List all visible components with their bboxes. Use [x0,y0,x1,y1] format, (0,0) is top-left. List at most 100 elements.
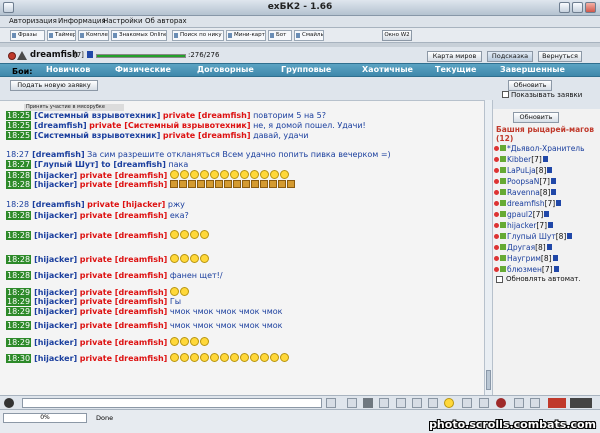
chat-private-tag[interactable]: private [dreamfish] [80,171,168,180]
toolbar-button[interactable]: Таймер [47,30,76,41]
toolbar-button[interactable]: Знакомых Online - [111,30,167,41]
info-icon[interactable] [542,156,548,162]
info-icon[interactable] [567,233,573,239]
chat-nick[interactable]: [dreamfish] [34,121,87,130]
info-icon[interactable] [551,189,557,195]
new-request-button[interactable]: Подать новую заявку [10,80,98,91]
chat-private-tag[interactable]: private [hijacker] [87,200,165,209]
close-button[interactable] [585,2,596,13]
menu-info[interactable]: Информация [58,17,106,25]
save-icon[interactable] [428,398,438,408]
smiles-icon[interactable] [444,398,454,408]
user-row[interactable]: Kibber[7] [494,155,548,165]
chat-private-tag[interactable]: private [dreamfish] [80,288,168,297]
user-row[interactable]: Глупый Шут[8] [494,232,573,242]
scroll-thumb[interactable] [486,370,491,390]
info-icon[interactable] [552,255,558,261]
chat-private-tag[interactable]: private [dreamfish] [80,307,168,316]
user-row[interactable]: Другая[8] [494,243,552,253]
chat-nick[interactable]: [hijacker] [34,211,77,220]
chat-nick[interactable]: [dreamfish] [32,200,85,209]
chat-input[interactable] [22,398,322,408]
info-icon[interactable] [546,244,552,250]
user-row[interactable]: блюзмен[7] [494,265,559,275]
chat-nick[interactable]: [hijacker] [34,271,77,280]
chat-scrollbar[interactable] [484,100,492,395]
chat-nick[interactable]: [hijacker] [34,231,77,240]
user-row[interactable]: LaPuLja[8] [494,166,553,176]
users-icon[interactable] [462,398,472,408]
toolbar-button[interactable]: Бот [268,30,292,41]
user-row[interactable]: dreamfish[7] [494,199,562,209]
menu-about[interactable]: Об авторах [145,17,187,25]
info-icon[interactable] [544,211,550,217]
chat-private-tag[interactable]: private [dreamfish] [163,111,251,120]
user-row[interactable]: hijacker[7] [494,221,554,231]
refresh-icon[interactable] [530,398,540,408]
info-icon[interactable] [553,266,559,272]
maximize-button[interactable] [572,2,583,13]
bomb-icon[interactable] [496,398,506,408]
minimize-button[interactable] [559,2,570,13]
chat-private-tag[interactable]: private [dreamfish] [80,338,168,347]
chat-nick[interactable]: [hijacker] [34,171,77,180]
refresh-button[interactable]: Обновить [508,80,552,91]
toolbar-button[interactable]: Комплект [78,30,109,41]
chat-private-tag[interactable]: private [Системный взрывотехник] [89,121,250,130]
chat-private-tag[interactable]: private [dreamfish] [80,321,168,330]
user-name[interactable]: PoopsaN [507,177,539,186]
chat-private-tag[interactable]: private [dreamfish] [80,297,168,306]
chat-nick[interactable]: [hijacker] [34,297,77,306]
back-button[interactable]: Вернуться [538,51,582,62]
toolbar-button[interactable]: Фразы [10,30,45,41]
info-icon[interactable] [547,167,553,173]
chat-private-tag[interactable]: private [dreamfish] [80,255,168,264]
info-icon[interactable] [87,51,93,58]
user-row[interactable]: PoopsaN[7] [494,177,556,187]
player-name[interactable]: dreamfish [30,50,78,60]
gear-icon[interactable] [479,398,489,408]
hint-button[interactable]: Подсказка [487,51,533,62]
chat-nick[interactable]: [hijacker] [34,307,77,316]
chat-nick[interactable]: [Системный взрывотехник] [34,111,160,120]
toolbar-button[interactable]: Поиск по нику [172,30,224,41]
system-menu-icon[interactable] [3,2,14,13]
font-icon[interactable] [396,398,406,408]
user-name[interactable]: dreamfish [507,199,545,208]
send-icon[interactable] [326,398,336,408]
auto-refresh-checkbox[interactable] [496,276,503,283]
tab-chaotic[interactable]: Хаотичные [362,65,413,74]
tab-novice[interactable]: Новичков [46,65,90,74]
chat-private-tag[interactable]: private [dreamfish] [80,354,168,363]
user-row[interactable]: Наугрим[8] [494,254,558,264]
tab-agreed[interactable]: Договорные [197,65,254,74]
tab-physical[interactable]: Физические [115,65,171,74]
chat-private-tag[interactable]: private [dreamfish] [80,180,168,189]
chat-private-tag[interactable]: private [dreamfish] [80,271,168,280]
chat-private-tag[interactable]: private [dreamfish] [163,131,251,140]
world-map-button[interactable]: Карта миров [427,51,482,62]
sound-icon[interactable] [514,398,524,408]
show-requests-checkbox[interactable] [502,91,509,98]
tab-finished[interactable]: Завершенные [500,65,565,74]
user-row[interactable]: Ravenna[8] [494,188,557,198]
user-name[interactable]: LaPuLja [507,166,536,175]
filter-icon[interactable] [363,398,373,408]
tab-group[interactable]: Групповые [281,65,331,74]
chat-nick[interactable]: [dreamfish] [32,150,85,159]
user-row[interactable]: gpaul2[7] [494,210,550,220]
chat-private-tag[interactable]: private [dreamfish] [80,211,168,220]
user-name[interactable]: *Дьявол-Хранитель [507,144,585,153]
chat-private-tag[interactable]: private [dreamfish] [80,231,168,240]
user-name[interactable]: hijacker [507,221,536,230]
scroll-lock-icon[interactable] [379,398,389,408]
chat-nick[interactable]: [Системный взрывотехник] [34,131,160,140]
user-name[interactable]: Kibber [507,155,531,164]
chat-nick[interactable]: [Глупый Шут] to [dreamfish] [34,160,166,169]
clear-icon[interactable] [347,398,357,408]
chat-nick[interactable]: [hijacker] [34,180,77,189]
translit-icon[interactable] [412,398,422,408]
chat-icon[interactable] [4,398,14,408]
menu-auth[interactable]: Авторизация [9,17,57,25]
chat-nick[interactable]: [hijacker] [34,255,77,264]
